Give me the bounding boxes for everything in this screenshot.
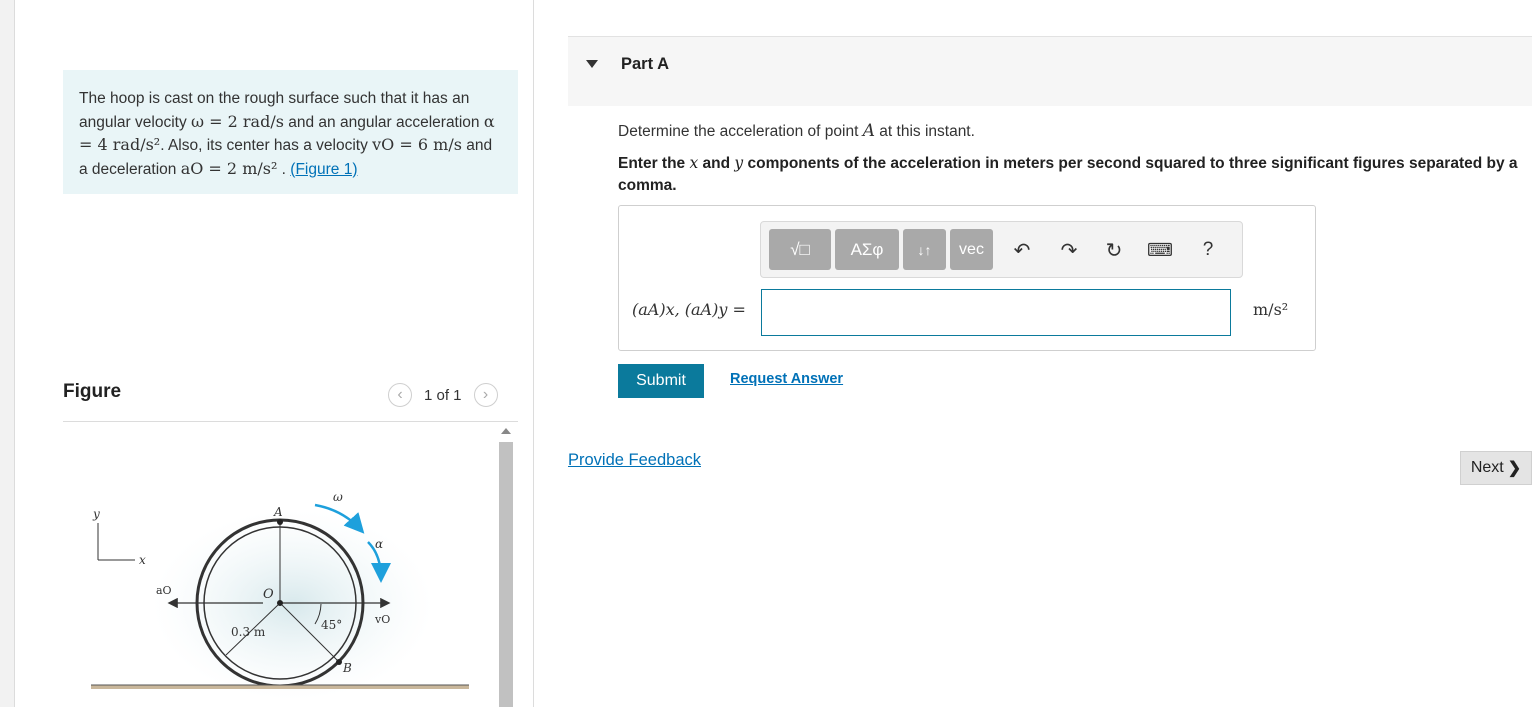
hoop-figure: y x A ω α aO O vO 0.3 m 45° B <box>91 490 469 700</box>
arrows-button[interactable]: ↓↑ <box>903 229 946 270</box>
rough-surface <box>91 685 469 689</box>
point-O <box>277 600 283 606</box>
label-vo: vO <box>374 613 390 626</box>
part-a-header[interactable] <box>568 36 1532 106</box>
label-angle: 45° <box>321 618 342 632</box>
chevron-right-icon: ❯ <box>1507 460 1522 477</box>
figure-divider <box>63 421 518 422</box>
label-omega: ω <box>333 490 343 504</box>
figure-count: 1 of 1 <box>424 386 462 404</box>
x-label: x <box>139 553 146 567</box>
label-A: A <box>273 505 283 519</box>
help-button[interactable]: ? <box>1192 234 1224 266</box>
part-title[interactable]: Part A <box>621 55 669 74</box>
ao-symbol: aO <box>180 158 204 178</box>
undo-icon[interactable]: ↶ <box>1006 234 1038 266</box>
label-radius: 0.3 m <box>231 625 266 639</box>
chevron-right-icon[interactable]: › <box>473 383 498 407</box>
answer-input[interactable] <box>761 289 1231 336</box>
reset-icon[interactable]: ↻ <box>1098 234 1130 266</box>
motion-shade <box>153 510 433 700</box>
figure-title: Figure <box>63 381 122 402</box>
caret-down-icon[interactable] <box>586 60 598 68</box>
figure-link[interactable]: (Figure 1) <box>290 161 357 178</box>
left-gutter <box>0 0 14 707</box>
alpha-symbol: α <box>483 111 495 131</box>
provide-feedback-link[interactable]: Provide Feedback <box>568 451 701 470</box>
omega-symbol: ω <box>191 111 205 131</box>
next-button[interactable]: Next ❯ <box>1460 451 1532 485</box>
chevron-left-icon[interactable]: ‹ <box>388 383 412 407</box>
figure-pager: ‹ 1 of 1 › <box>388 383 498 407</box>
answer-label: (aA)x, (aA)y = <box>632 300 746 319</box>
instruction-text: Enter the x and y components of the acce… <box>618 154 1518 194</box>
vec-button[interactable]: vec <box>950 229 993 270</box>
vo-symbol: vO <box>372 135 395 154</box>
figure-scrollbar[interactable] <box>497 426 515 707</box>
scroll-thumb[interactable] <box>499 442 513 707</box>
question-text: Determine the acceleration of point A at… <box>618 121 975 141</box>
submit-button[interactable]: Submit <box>618 364 704 398</box>
symbols-button[interactable]: ΑΣφ <box>835 229 899 270</box>
label-alpha: α <box>375 537 383 551</box>
label-O: O <box>263 587 274 602</box>
scroll-up-icon[interactable] <box>501 428 511 434</box>
redo-icon[interactable]: ↷ <box>1053 234 1085 266</box>
math-toolbar: √□ ΑΣφ ↓↑ vec ↶ ↷ ↻ ⌨ ? <box>760 221 1243 278</box>
templates-button[interactable]: √□ <box>769 229 831 270</box>
y-label: y <box>92 507 100 521</box>
problem-statement: The hoop is cast on the rough surface su… <box>63 70 518 194</box>
point-A <box>277 519 283 525</box>
keyboard-icon[interactable]: ⌨ <box>1144 234 1176 266</box>
label-B: B <box>342 661 352 675</box>
point-B <box>336 659 342 665</box>
answer-unit: m/s² <box>1253 300 1289 319</box>
request-answer-link[interactable]: Request Answer <box>730 371 843 387</box>
label-ao: aO <box>156 584 172 597</box>
